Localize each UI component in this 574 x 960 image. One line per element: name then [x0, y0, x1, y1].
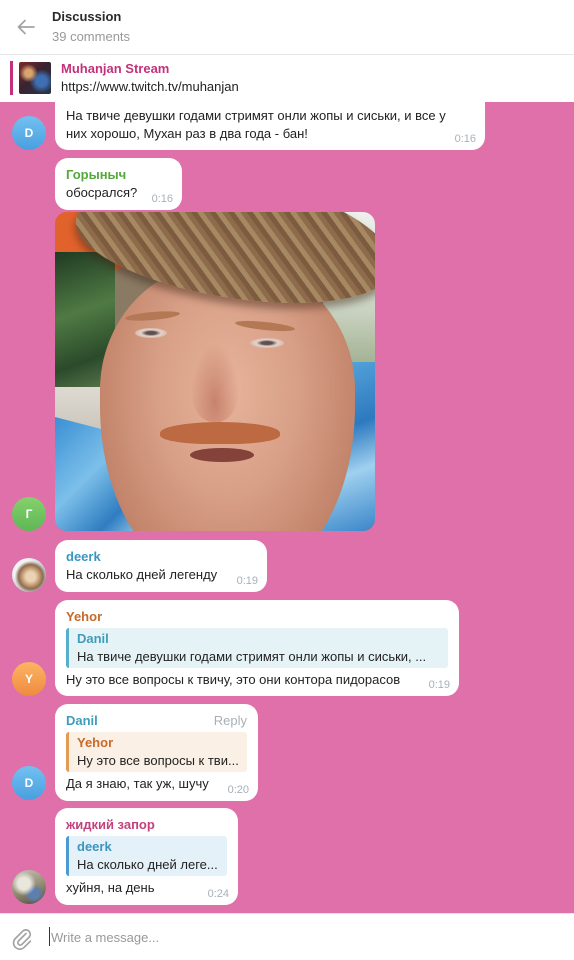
message-time: 0:19	[236, 575, 258, 587]
text-caret	[49, 927, 50, 946]
message-input[interactable]	[51, 927, 551, 947]
avatar[interactable]: D	[12, 766, 46, 800]
message-bubble[interactable]: жидкий запор deerk На сколько дней леге.…	[55, 808, 238, 905]
comment-count: 39 comments	[52, 29, 131, 44]
reply-button[interactable]: Reply	[214, 712, 247, 730]
message-time: 0:16	[454, 133, 476, 145]
reply-text: Ну это все вопросы к тви...	[77, 753, 239, 768]
composer	[0, 913, 574, 960]
reply-author: Yehor	[77, 735, 114, 750]
message-text: хуйня, на день	[66, 880, 155, 895]
reply-quote[interactable]: deerk На сколько дней леге...	[66, 836, 227, 876]
avatar-letter: D	[24, 126, 34, 140]
photo-mouth	[190, 448, 254, 462]
reply-author: deerk	[77, 839, 112, 854]
pinned-link[interactable]: https://www.twitch.tv/muhanjan	[61, 79, 239, 95]
photo-eye-left	[135, 328, 167, 338]
message-bubble[interactable]: Yehor Danil На твиче девушки годами стри…	[55, 600, 459, 696]
message-text: На твиче девушки годами стримят онли жоп…	[66, 107, 474, 143]
avatar[interactable]: D	[12, 116, 46, 150]
avatar-letter: Г	[25, 507, 33, 521]
message-text: Ну это все вопросы к твичу, это они конт…	[66, 672, 401, 687]
message-time: 0:20	[227, 784, 249, 796]
pinned-thumbnail	[19, 62, 51, 94]
message-author[interactable]: жидкий запор	[66, 816, 227, 834]
avatar[interactable]	[12, 870, 46, 904]
message-author[interactable]: deerk	[66, 548, 256, 566]
message-bubble[interactable]: deerk На сколько дней легенду 0:19	[55, 540, 267, 592]
reply-text: На твиче девушки годами стримят онли жоп…	[77, 649, 427, 664]
photo-mustache	[160, 422, 280, 444]
message-author[interactable]: Yehor	[66, 608, 448, 626]
pinned-post[interactable]: Muhanjan Stream https://www.twitch.tv/mu…	[0, 55, 574, 102]
message-author[interactable]: Горыныч	[66, 166, 171, 184]
photo-eye-right	[250, 338, 284, 348]
message-photo[interactable]	[55, 212, 375, 531]
paperclip-icon[interactable]	[10, 926, 34, 950]
message-time: 0:19	[428, 679, 450, 691]
header: Discussion 39 comments	[0, 0, 574, 55]
discussion-window: Discussion 39 comments Muhanjan Stream h…	[0, 0, 574, 960]
avatar-letter: Y	[24, 672, 33, 686]
reply-quote[interactable]: Yehor Ну это все вопросы к тви...	[66, 732, 247, 772]
avatar[interactable]: Y	[12, 662, 46, 696]
message-text: На сколько дней легенду	[66, 567, 218, 582]
message-list[interactable]: На твиче девушки годами стримят онли жоп…	[0, 102, 574, 913]
message-text-line: На твиче девушки годами стримят онли жоп…	[66, 108, 446, 123]
reply-quote[interactable]: Danil На твиче девушки годами стримят он…	[66, 628, 448, 668]
message-bubble[interactable]: Горыныч обосрался? 0:16	[55, 158, 182, 210]
pinned-title: Muhanjan Stream	[61, 61, 170, 76]
message-time: 0:16	[151, 193, 173, 205]
back-arrow-icon[interactable]	[15, 17, 37, 37]
reply-author: Danil	[77, 631, 109, 646]
message-bubble[interactable]: Danil Reply Yehor Ну это все вопросы к т…	[55, 704, 258, 801]
message-time: 0:24	[207, 888, 229, 900]
avatar-letter: D	[24, 776, 34, 790]
pinned-accent-bar	[10, 61, 13, 95]
message-bubble[interactable]: На твиче девушки годами стримят онли жоп…	[55, 102, 485, 150]
avatar[interactable]: Г	[12, 497, 46, 531]
page-title: Discussion	[52, 9, 122, 24]
message-text: Да я знаю, так уж, шучу	[66, 776, 209, 791]
reply-text: На сколько дней леге...	[77, 857, 218, 872]
photo-nose	[190, 342, 240, 422]
avatar[interactable]	[12, 558, 46, 592]
message-text-line: них хорошо, Мухан раз в два года - бан!	[66, 126, 308, 141]
